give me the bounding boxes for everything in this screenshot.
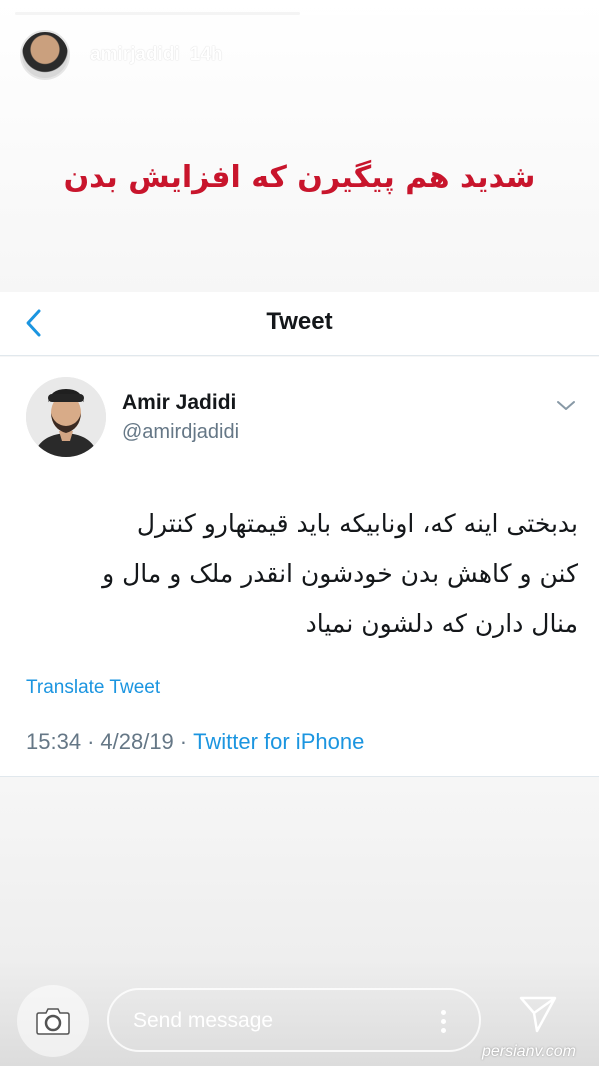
tweet-line: منال دارن که دلشون نمیاد xyxy=(305,609,578,638)
more-options-icon xyxy=(440,1018,446,1024)
story-progress-bar xyxy=(15,12,584,15)
tweet-line: کنن و کاهش بدن خودشون انقدر ملک و مال و xyxy=(102,559,578,588)
tweet-time: 15:34 xyxy=(26,729,82,754)
tweet-header: Tweet xyxy=(0,292,599,356)
more-options-icon xyxy=(440,1009,446,1015)
story-caption: شدید هم پیگیرن که افزایش بدن xyxy=(63,160,536,195)
meta-separator: · xyxy=(87,729,95,754)
story-progress-fill xyxy=(15,12,300,15)
tweet-line: بدبختی اینه که، اونابیکه باید قیمتهارو ک… xyxy=(136,509,578,538)
story-avatar[interactable] xyxy=(20,30,70,80)
story-username[interactable]: amirjadidi xyxy=(90,44,180,66)
author-name[interactable]: Amir Jadidi xyxy=(122,391,236,415)
more-options-button[interactable] xyxy=(432,1004,454,1038)
camera-icon xyxy=(36,1008,70,1035)
tweet-body: بدبختی اینه که، اونابیکه باید قیمتهارو ک… xyxy=(30,499,578,649)
story-timestamp: 14h xyxy=(189,44,223,65)
camera-button[interactable] xyxy=(17,985,89,1057)
author-avatar[interactable] xyxy=(26,377,106,457)
author-photo xyxy=(26,377,106,457)
tweet-date: 4/28/19 xyxy=(100,729,174,754)
send-icon xyxy=(519,996,557,1033)
tweet-meta: 15:34 · 4/28/19 · Twitter for iPhone xyxy=(26,729,364,755)
story-header: amirjadidi 14h xyxy=(20,30,223,80)
message-field[interactable] xyxy=(107,988,481,1052)
watermark: persianv.com xyxy=(482,1043,576,1060)
meta-separator: · xyxy=(179,729,188,754)
author-handle[interactable]: @amirdjadidi xyxy=(122,421,239,444)
send-message-input[interactable] xyxy=(133,1006,413,1036)
tweet-card: Amir Jadidi @amirdjadidi بدبختی اینه که،… xyxy=(0,357,599,777)
more-options-icon xyxy=(440,1027,446,1033)
tweet-header-title: Tweet xyxy=(266,308,333,335)
send-button[interactable] xyxy=(513,989,563,1039)
tweet-source-link[interactable]: Twitter for iPhone xyxy=(193,729,364,754)
tweet-options-button[interactable] xyxy=(554,395,578,415)
chevron-down-icon xyxy=(557,401,575,410)
translate-tweet-link[interactable]: Translate Tweet xyxy=(26,677,160,699)
